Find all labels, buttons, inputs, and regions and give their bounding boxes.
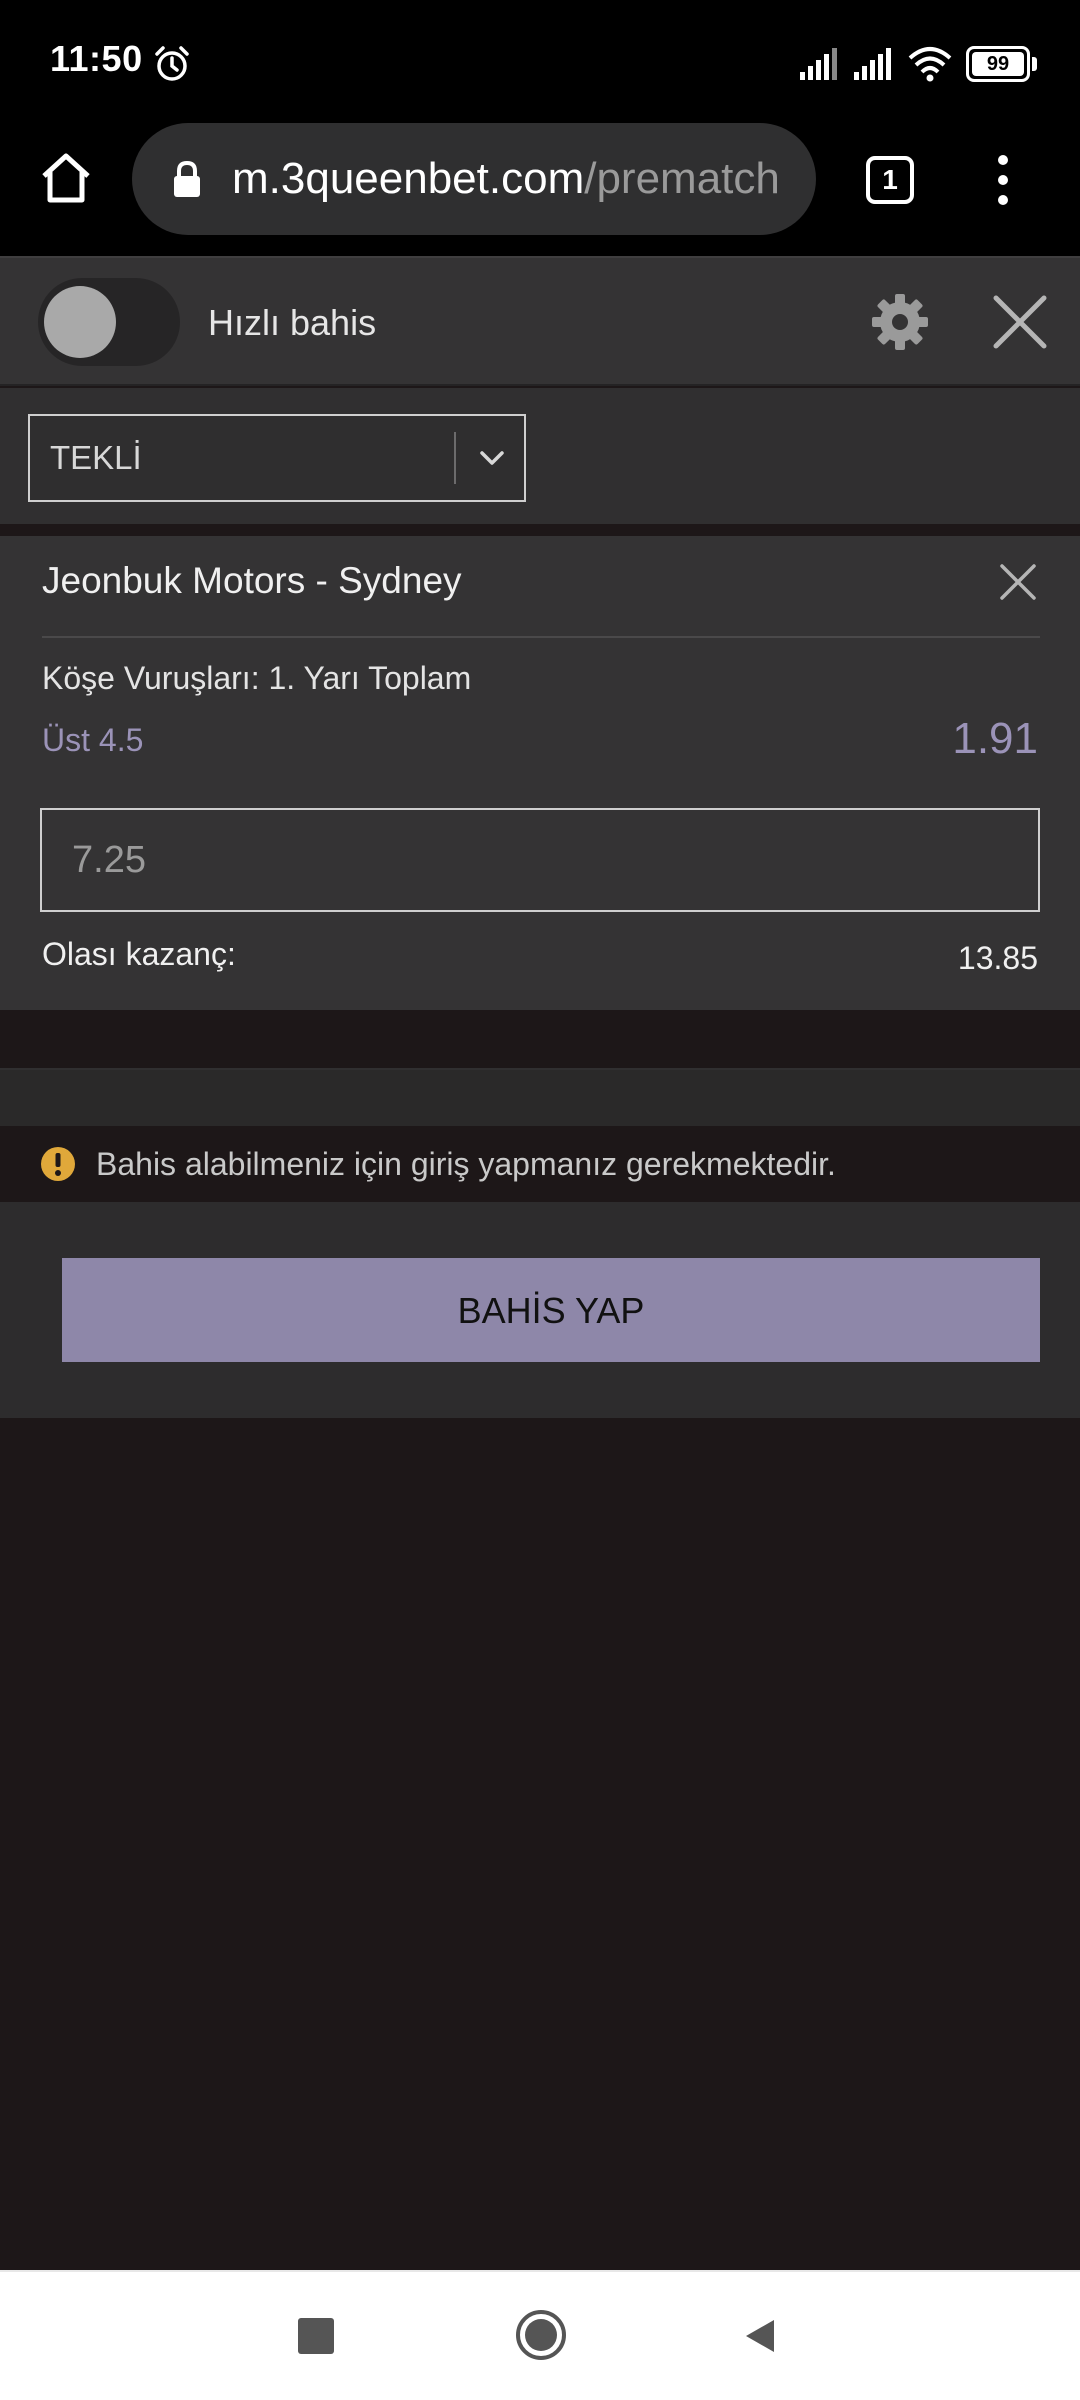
possible-winnings-value: 13.85 xyxy=(957,940,1038,976)
url-path: /prematch xyxy=(584,154,780,203)
lock-icon xyxy=(174,160,200,197)
bet-slip-header: Hızlı bahis xyxy=(0,256,1080,386)
market-name: Köşe Vuruşları: 1. Yarı Toplam xyxy=(42,660,472,696)
warning-text: Bahis alabilmeniz için giriş yapmanız ge… xyxy=(96,1146,836,1182)
bet-type-value: TEKLİ xyxy=(50,439,142,476)
url-text: m.3queenbet.com/prematch xyxy=(232,123,802,235)
exclamation-icon xyxy=(41,1147,75,1181)
odds-value: 1.91 xyxy=(952,714,1038,763)
home-icon[interactable] xyxy=(38,150,94,206)
alarm-icon xyxy=(155,46,189,81)
url-host: m.3queenbet.com xyxy=(232,154,585,203)
status-bar: 11:50 99 xyxy=(0,0,1080,120)
status-time: 11:50 xyxy=(50,38,143,79)
system-nav-bar xyxy=(0,2270,1080,2400)
possible-winnings-label: Olası kazanç: xyxy=(42,936,236,972)
bet-type-select[interactable]: TEKLİ xyxy=(28,414,526,502)
wifi-icon xyxy=(908,47,952,82)
more-menu-icon[interactable] xyxy=(988,152,1018,208)
toggle-knob xyxy=(44,286,116,358)
back-icon[interactable] xyxy=(740,2316,780,2356)
battery-icon: 99 xyxy=(966,46,1038,82)
battery-level: 99 xyxy=(986,53,1010,75)
quick-bet-toggle[interactable] xyxy=(38,278,180,366)
tab-switcher-button[interactable]: 1 xyxy=(866,156,914,204)
spacer xyxy=(0,1068,1080,1126)
signal-icon xyxy=(854,48,891,80)
gear-icon[interactable] xyxy=(870,292,930,352)
selection-name: Üst 4.5 xyxy=(42,722,144,758)
bet-type-section: TEKLİ xyxy=(0,388,1080,530)
place-bet-button[interactable]: BAHİS YAP xyxy=(62,1258,1040,1362)
select-divider xyxy=(454,432,456,484)
browser-toolbar: m.3queenbet.com/prematch 1 xyxy=(0,120,1080,256)
match-title: Jeonbuk Motors - Sydney xyxy=(42,560,462,601)
chevron-down-icon xyxy=(480,451,504,465)
address-bar[interactable]: m.3queenbet.com/prematch xyxy=(132,123,816,235)
action-area: BAHİS YAP xyxy=(0,1202,1080,1418)
remove-bet-icon[interactable] xyxy=(998,562,1038,602)
spacer xyxy=(0,1010,1080,1068)
stake-input[interactable]: 7.25 xyxy=(40,808,1040,912)
stake-value: 7.25 xyxy=(72,839,146,881)
signal-icon xyxy=(800,48,837,80)
divider xyxy=(42,636,1040,638)
bet-card: Jeonbuk Motors - Sydney Köşe Vuruşları: … xyxy=(0,536,1080,1010)
home-circle-icon[interactable] xyxy=(514,2308,568,2362)
login-warning: Bahis alabilmeniz için giriş yapmanız ge… xyxy=(0,1126,1080,1202)
close-slip-icon[interactable] xyxy=(990,292,1050,352)
quick-bet-label: Hızlı bahis xyxy=(208,302,377,343)
recents-icon[interactable] xyxy=(298,2318,334,2354)
